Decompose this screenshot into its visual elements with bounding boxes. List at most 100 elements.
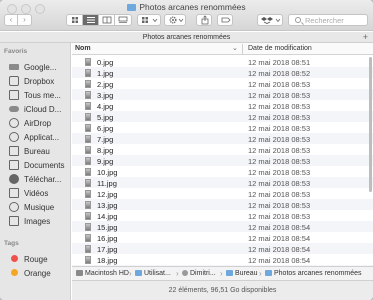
search-placeholder: Rechercher <box>305 16 344 25</box>
icloud-icon <box>9 106 19 112</box>
file-row[interactable]: 1.jpg 12 mai 2018 08:52 <box>72 67 373 78</box>
search-icon <box>295 17 301 23</box>
file-date: 12 mai 2018 08:51 <box>248 58 311 67</box>
search-field[interactable]: Rechercher <box>288 14 368 26</box>
file-row[interactable]: 4.jpg 12 mai 2018 08:53 <box>72 100 373 111</box>
path-crumb-macintosh-hd[interactable]: Macintosh HD <box>76 270 129 277</box>
vertical-scrollbar[interactable] <box>369 57 372 192</box>
path-crumb-desktop[interactable]: Bureau <box>226 270 258 277</box>
sidebar-item-airdrop[interactable]: AirDrop <box>0 116 70 130</box>
sidebar-item-label: Images <box>24 217 51 226</box>
file-name: 0.jpg <box>97 58 114 67</box>
file-name: 10.jpg <box>97 168 118 177</box>
icon-view-button[interactable] <box>67 15 83 25</box>
action-button[interactable] <box>164 14 186 26</box>
file-row[interactable]: 16.jpg 12 mai 2018 08:54 <box>72 232 373 243</box>
file-name: 2.jpg <box>97 80 114 89</box>
arrange-button[interactable] <box>137 14 161 26</box>
share-button[interactable] <box>196 14 212 26</box>
columns-icon <box>102 16 112 24</box>
dropbox-toolbar-button[interactable] <box>257 14 283 26</box>
list-view-button[interactable] <box>83 15 99 25</box>
column-header: Nom ⌄ Date de modification <box>72 43 373 55</box>
sidebar-tag-rouge[interactable]: Rouge <box>0 252 70 266</box>
path-bar: Macintosh HD › Utilisat... › Dimitri... … <box>72 266 373 280</box>
file-row[interactable]: 3.jpg 12 mai 2018 08:53 <box>72 89 373 100</box>
sidebar-item-label: AirDrop <box>24 119 52 128</box>
add-tab-icon[interactable]: + <box>363 32 368 43</box>
file-date: 12 mai 2018 08:53 <box>248 91 311 100</box>
date-column-header[interactable]: Date de modification <box>248 43 312 55</box>
file-row[interactable]: 12.jpg 12 mai 2018 08:53 <box>72 188 373 199</box>
forward-button[interactable]: › <box>18 15 31 25</box>
path-crumb-user[interactable]: Dimitri... <box>182 270 216 277</box>
file-row[interactable]: 14.jpg 12 mai 2018 08:53 <box>72 210 373 221</box>
image-file-icon <box>85 190 91 198</box>
file-row[interactable]: 13.jpg 12 mai 2018 08:53 <box>72 199 373 210</box>
status-text: 22 éléments, 96,51 Go disponibles <box>168 287 277 294</box>
column-view-button[interactable] <box>99 15 115 25</box>
name-column-header[interactable]: Nom <box>75 43 91 55</box>
sidebar-item-documents[interactable]: Documents <box>0 158 70 172</box>
tags-button[interactable] <box>217 14 233 26</box>
file-row[interactable]: 5.jpg 12 mai 2018 08:53 <box>72 111 373 122</box>
sidebar-item-google-drive[interactable]: Google... <box>0 60 70 74</box>
file-row[interactable]: 11.jpg 12 mai 2018 08:53 <box>72 177 373 188</box>
sidebar-item-dropbox[interactable]: Dropbox <box>0 74 70 88</box>
cover-flow-icon <box>118 16 128 23</box>
file-date: 12 mai 2018 08:52 <box>248 69 311 78</box>
file-row[interactable]: 15.jpg 12 mai 2018 08:54 <box>72 221 373 232</box>
tag-icon <box>221 17 231 23</box>
sidebar-item-downloads[interactable]: Téléchar... <box>0 172 70 186</box>
file-date: 12 mai 2018 08:53 <box>248 113 311 122</box>
back-forward-buttons: ‹ › <box>4 14 32 26</box>
file-name: 18.jpg <box>97 256 118 265</box>
sidebar-item-desktop[interactable]: Bureau <box>0 144 70 158</box>
favorites-heading: Favoris <box>4 48 28 55</box>
sidebar-item-movies[interactable]: Vidéos <box>0 186 70 200</box>
file-name: 17.jpg <box>97 245 118 254</box>
sidebar-tag-label: Orange <box>24 269 51 278</box>
sidebar-item-all-files[interactable]: Tous me... <box>0 88 70 102</box>
image-file-icon <box>85 69 91 77</box>
path-crumb-label: Macintosh HD <box>85 270 129 277</box>
file-row[interactable]: 0.jpg 12 mai 2018 08:51 <box>72 56 373 67</box>
file-row[interactable]: 6.jpg 12 mai 2018 08:53 <box>72 122 373 133</box>
path-crumb-users[interactable]: Utilisat... <box>135 270 171 277</box>
back-button[interactable]: ‹ <box>5 15 18 25</box>
desktop-icon <box>9 146 19 156</box>
sidebar-item-applications[interactable]: Applicat... <box>0 130 70 144</box>
image-file-icon <box>85 80 91 88</box>
file-name: 3.jpg <box>97 91 114 100</box>
sidebar-item-label: Applicat... <box>24 133 60 142</box>
sidebar-tag-orange[interactable]: Orange <box>0 266 70 280</box>
applications-icon <box>9 132 19 142</box>
file-date: 12 mai 2018 08:53 <box>248 124 311 133</box>
path-crumb-label: Photos arcanes renommées <box>274 270 362 277</box>
sidebar-item-label: Documents <box>24 161 65 170</box>
path-header: Photos arcanes renommées + <box>0 32 373 43</box>
file-row[interactable]: 2.jpg 12 mai 2018 08:53 <box>72 78 373 89</box>
file-name: 1.jpg <box>97 69 114 78</box>
file-row[interactable]: 17.jpg 12 mai 2018 08:54 <box>72 243 373 254</box>
sidebar-item-music[interactable]: Musique <box>0 200 70 214</box>
file-name: 4.jpg <box>97 102 114 111</box>
chevron-right-icon: › <box>220 269 223 278</box>
column-divider[interactable] <box>242 44 243 54</box>
image-file-icon <box>85 256 91 264</box>
file-row[interactable]: 18.jpg 12 mai 2018 08:54 <box>72 254 373 265</box>
sidebar-item-icloud[interactable]: iCloud D... <box>0 102 70 116</box>
sidebar-item-label: Google... <box>24 63 57 72</box>
file-row[interactable]: 8.jpg 12 mai 2018 08:53 <box>72 144 373 155</box>
file-name: 12.jpg <box>97 190 118 199</box>
sidebar-item-pictures[interactable]: Images <box>0 214 70 228</box>
path-crumb-current-folder[interactable]: Photos arcanes renommées <box>265 270 362 277</box>
cover-flow-button[interactable] <box>115 15 131 25</box>
view-mode-selector <box>66 14 132 26</box>
finder-window: Photos arcanes renommées ‹› Rechercher <box>0 0 373 300</box>
file-row[interactable]: 7.jpg 12 mai 2018 08:53 <box>72 133 373 144</box>
image-file-icon <box>85 124 91 132</box>
file-row[interactable]: 9.jpg 12 mai 2018 08:53 <box>72 155 373 166</box>
file-row[interactable]: 10.jpg 12 mai 2018 08:53 <box>72 166 373 177</box>
file-date: 12 mai 2018 08:53 <box>248 157 311 166</box>
